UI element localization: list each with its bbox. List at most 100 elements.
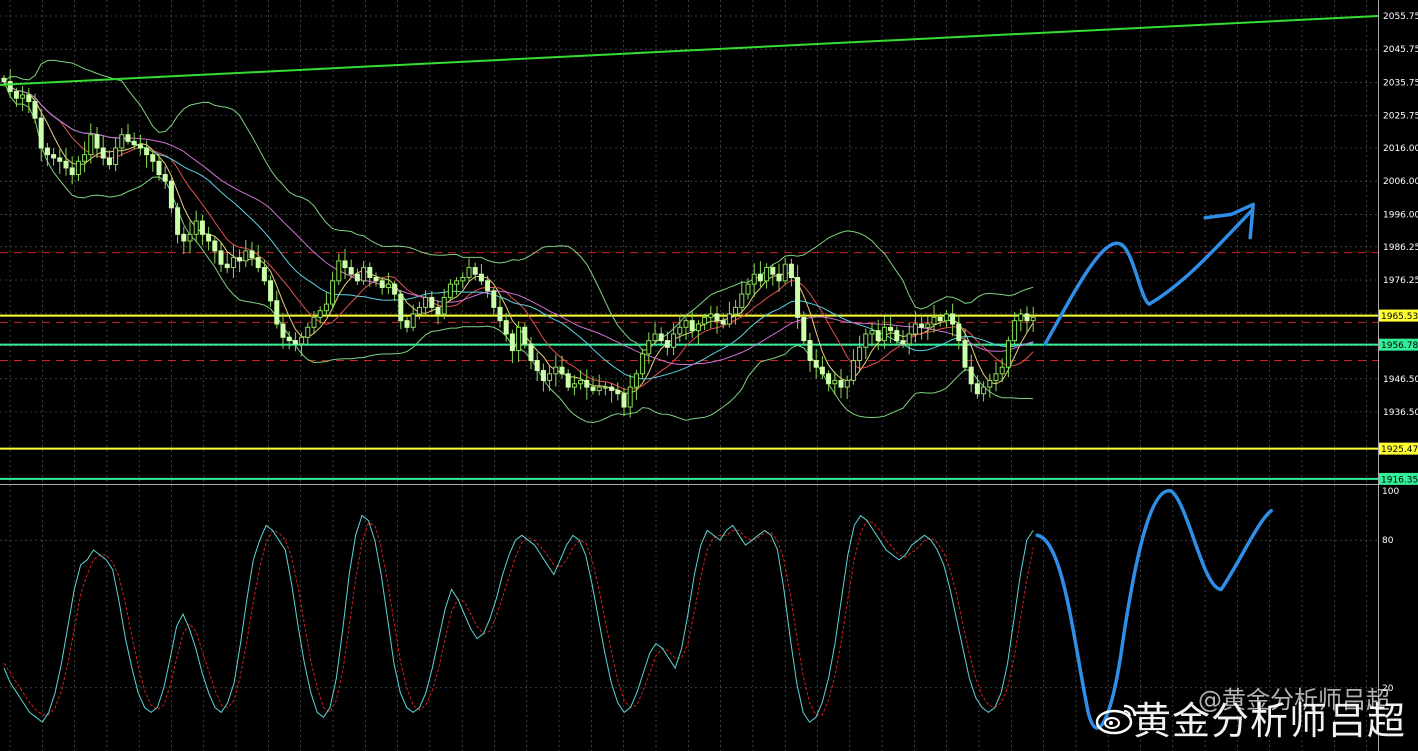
candle-body: [602, 386, 608, 389]
candle-body: [199, 220, 205, 235]
candle-body: [571, 383, 577, 388]
candle-body: [311, 316, 317, 328]
price-tick-label: 1946.50: [1383, 375, 1418, 385]
candle-body: [305, 326, 311, 338]
candle-body: [447, 283, 453, 298]
candle-body: [88, 134, 94, 156]
candle-body: [838, 379, 844, 388]
candle-body: [385, 283, 391, 288]
candle-body: [1024, 313, 1030, 322]
candle-body: [1005, 340, 1011, 368]
candle-body: [875, 330, 881, 342]
candle-body: [485, 280, 491, 292]
candle-body: [13, 91, 19, 99]
indicator-bands: [3, 59, 1034, 424]
candle-body: [218, 250, 224, 265]
candle-body: [379, 280, 385, 288]
candle-body: [280, 323, 286, 338]
price-tick-label: 2035.75: [1383, 78, 1418, 88]
candle-body: [131, 140, 137, 146]
candle-body: [702, 316, 708, 325]
price-tag-label: 1916.35: [1381, 475, 1418, 485]
candle-body: [503, 320, 509, 335]
candle-body: [726, 313, 732, 325]
price-tick-label: 1986.25: [1383, 243, 1418, 253]
candle-body: [621, 393, 627, 408]
bollinger-lower: [3, 81, 1034, 424]
candle-body: [658, 333, 664, 342]
trend-line-segment: [0, 15, 1379, 86]
candle-body: [609, 386, 615, 391]
stochastic-signal-line: [3, 519, 1034, 716]
candle-body: [646, 340, 652, 355]
candle-body: [894, 330, 900, 342]
candle-body: [987, 379, 993, 388]
candle-body: [38, 117, 44, 149]
candle-body: [795, 277, 801, 318]
candle-body: [677, 326, 683, 335]
candle-body: [51, 154, 57, 159]
candle-body: [640, 353, 646, 375]
chart-canvas: 2055.75 2045.75 2035.75 2025.75 2016.00 2006.…: [0, 0, 1418, 751]
candle-body: [733, 306, 739, 315]
candle-body: [900, 340, 906, 345]
candle-body: [578, 379, 584, 385]
candle-body: [584, 379, 590, 388]
stochastic-panel: [3, 514, 1034, 723]
candle-body: [1018, 313, 1024, 322]
candle-body: [844, 379, 850, 388]
candle-body: [423, 296, 429, 308]
candle-body: [478, 273, 484, 282]
candle-body: [317, 310, 323, 318]
candle-body: [943, 313, 949, 322]
candle-body: [162, 174, 168, 182]
candle-body: [801, 316, 807, 342]
candle-body: [404, 320, 410, 328]
candle-body: [1030, 316, 1036, 322]
candle-body: [119, 134, 125, 149]
candle-body: [528, 343, 534, 362]
candle-body: [323, 303, 329, 312]
candle-body: [435, 306, 441, 315]
candle-body: [255, 257, 261, 269]
candle-body: [20, 94, 26, 99]
forecast-annotations: [1035, 202, 1273, 730]
candle-body: [993, 373, 999, 381]
candle-body: [522, 326, 528, 345]
candle-body: [150, 154, 156, 162]
candle-body: [857, 346, 863, 362]
candle-body: [193, 220, 199, 235]
candle-body: [168, 180, 174, 209]
candle-body: [1012, 320, 1018, 342]
candle-body: [695, 323, 701, 332]
candle-body: [925, 323, 931, 328]
candle-body: [819, 366, 825, 375]
bollinger-upper: [3, 59, 1034, 351]
candle-body: [1, 77, 7, 83]
candle-body: [832, 379, 838, 385]
watermark-author: 黄金分析师吕超: [1132, 699, 1406, 743]
price-axis: 2055.75 2045.75 2035.75 2025.75 2016.00 2006.…: [1382, 12, 1418, 694]
candle-body: [974, 383, 980, 395]
candle-body: [237, 257, 243, 262]
candle-body: [367, 267, 373, 279]
candle-body: [44, 147, 50, 156]
candle-body: [540, 369, 546, 381]
candle-body: [268, 280, 274, 302]
candle-body: [181, 233, 187, 242]
candle-body: [156, 160, 162, 176]
candle-body: [249, 250, 255, 259]
candle-body: [764, 267, 770, 282]
candle-body: [373, 277, 379, 282]
candle-body: [547, 373, 553, 381]
candle-body: [261, 267, 267, 282]
candle-body: [968, 366, 974, 385]
candle-body: [633, 373, 639, 388]
candle-body: [342, 260, 348, 269]
candle-body: [999, 366, 1005, 375]
price-tick-label: 2045.75: [1383, 45, 1418, 55]
candle-body: [113, 147, 119, 166]
candle-body: [782, 263, 788, 282]
candle-body: [627, 386, 633, 408]
candle-body: [187, 233, 193, 242]
